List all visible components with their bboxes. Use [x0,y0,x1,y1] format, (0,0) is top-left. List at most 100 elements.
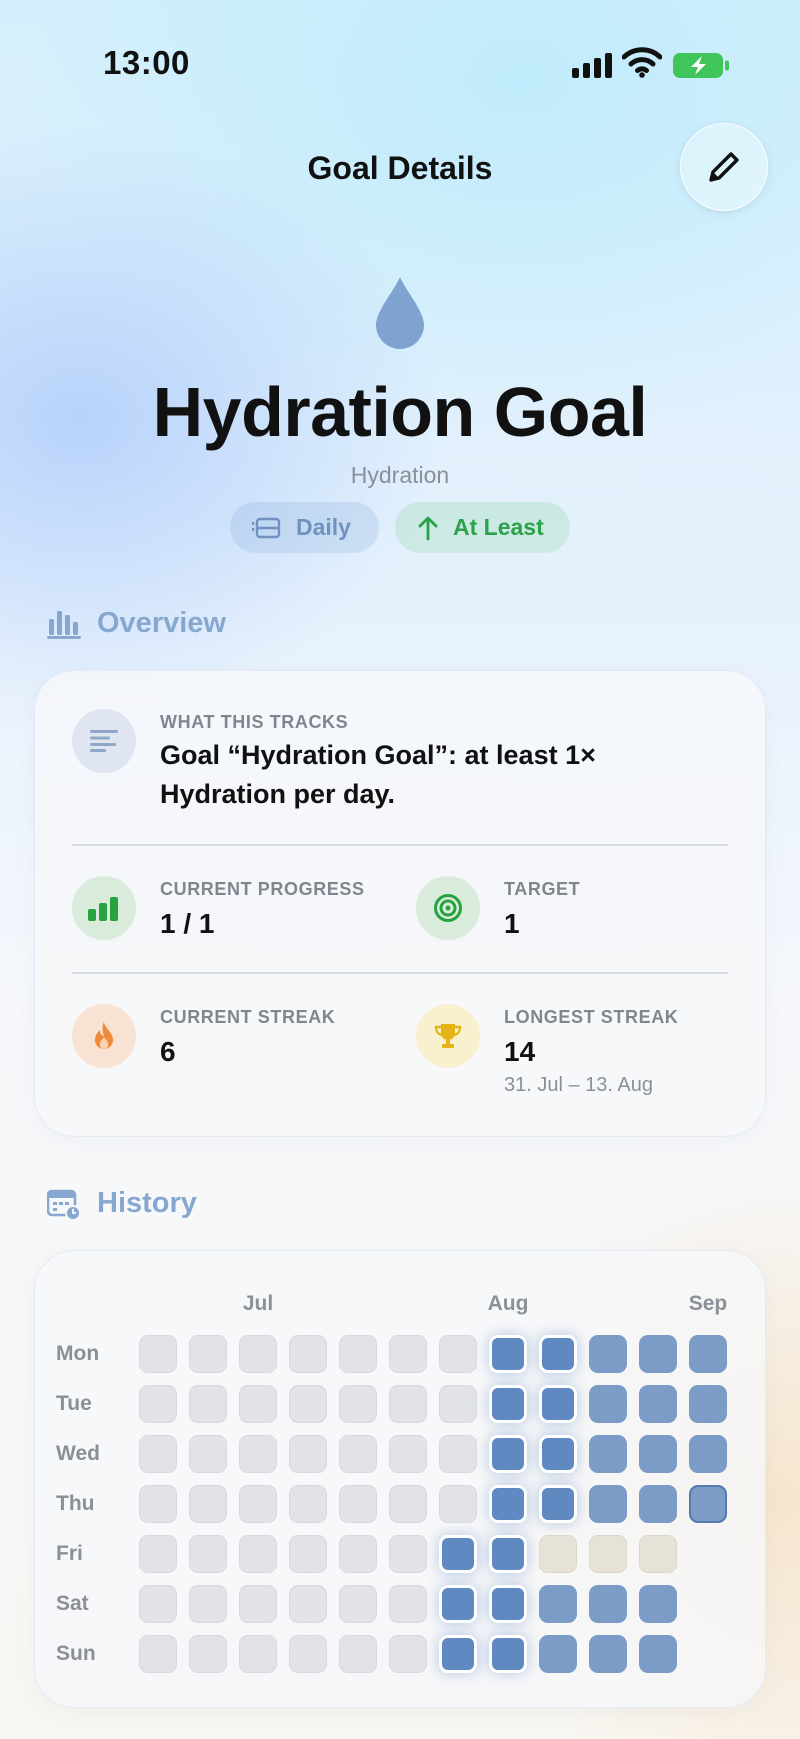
goal-description: Goal “Hydration Goal”: at least 1× Hydra… [160,736,720,814]
history-day-cell[interactable] [639,1485,677,1523]
history-day-cell[interactable] [289,1435,327,1473]
weekday-label: Mon [56,1342,100,1365]
month-label: Sep [688,1292,728,1315]
history-day-cell[interactable] [539,1585,577,1623]
history-day-cell[interactable] [289,1485,327,1523]
history-day-cell[interactable] [689,1385,727,1423]
history-day-cell[interactable] [639,1535,677,1573]
history-day-cell[interactable] [689,1335,727,1373]
frequency-label: Daily [296,514,351,540]
history-day-cell[interactable] [289,1385,327,1423]
history-day-cell[interactable] [539,1385,577,1423]
history-day-cell[interactable] [689,1435,727,1473]
history-day-cell[interactable] [239,1485,277,1523]
history-day-cell[interactable] [589,1635,627,1673]
history-day-cell[interactable] [339,1535,377,1573]
history-day-cell[interactable] [389,1485,427,1523]
signal-bars-icon [88,897,118,921]
history-day-cell[interactable] [289,1585,327,1623]
history-day-cell[interactable] [289,1635,327,1673]
history-day-cell[interactable] [339,1635,377,1673]
edit-button[interactable] [680,123,768,211]
history-day-cell[interactable] [589,1485,627,1523]
history-day-cell[interactable] [589,1535,627,1573]
history-day-cell[interactable] [489,1485,527,1523]
history-day-cell[interactable] [139,1385,177,1423]
history-day-cell[interactable] [239,1585,277,1623]
history-day-cell[interactable] [489,1535,527,1573]
history-day-cell[interactable] [389,1335,427,1373]
history-day-cell[interactable] [139,1535,177,1573]
history-day-cell[interactable] [389,1385,427,1423]
history-day-cell[interactable] [239,1385,277,1423]
goal-description-line: Hydration per day. [160,779,396,809]
history-day-cell[interactable] [439,1635,477,1673]
history-day-cell[interactable] [339,1385,377,1423]
history-day-cell[interactable] [439,1485,477,1523]
history-day-cell[interactable] [189,1535,227,1573]
history-day-cell[interactable] [239,1635,277,1673]
history-day-cell[interactable] [439,1435,477,1473]
history-day-cell[interactable] [439,1585,477,1623]
history-day-cell[interactable] [439,1335,477,1373]
history-day-cell[interactable] [239,1535,277,1573]
goal-description-line: Goal “Hydration Goal”: at least 1× [160,740,596,770]
history-day-cell[interactable] [339,1435,377,1473]
history-day-cell[interactable] [189,1635,227,1673]
description-icon-circle [72,709,136,773]
calendar-repeat-icon [252,517,281,538]
history-day-cell[interactable] [189,1435,227,1473]
history-day-cell[interactable] [189,1335,227,1373]
history-day-cell[interactable] [589,1435,627,1473]
history-day-cell[interactable] [589,1585,627,1623]
history-day-cell[interactable] [639,1585,677,1623]
history-day-cell[interactable] [289,1535,327,1573]
status-time: 13:00 [103,44,190,81]
history-day-cell[interactable] [639,1335,677,1373]
frequency-chip[interactable]: Daily [230,502,379,553]
history-day-cell[interactable] [189,1585,227,1623]
history-heading: History [47,1187,197,1220]
history-day-cell[interactable] [489,1635,527,1673]
history-day-cell[interactable] [239,1335,277,1373]
history-day-cell[interactable] [639,1635,677,1673]
history-day-cell[interactable] [289,1335,327,1373]
weekday-label: Wed [56,1442,100,1465]
arrow-up-icon [418,516,438,540]
history-day-cell[interactable] [139,1435,177,1473]
history-day-cell[interactable] [489,1585,527,1623]
history-day-cell[interactable] [489,1435,527,1473]
history-day-cell[interactable] [689,1485,727,1523]
history-day-cell[interactable] [339,1485,377,1523]
history-day-cell[interactable] [589,1385,627,1423]
history-day-cell[interactable] [389,1535,427,1573]
history-day-cell[interactable] [339,1585,377,1623]
overview-heading: Overview [47,607,226,640]
history-day-cell[interactable] [539,1635,577,1673]
history-day-cell[interactable] [589,1335,627,1373]
history-day-cell[interactable] [189,1385,227,1423]
history-day-cell[interactable] [139,1585,177,1623]
trophy-icon [434,1024,462,1048]
direction-chip[interactable]: At Least [395,502,570,553]
history-day-cell[interactable] [439,1535,477,1573]
history-day-cell[interactable] [339,1335,377,1373]
history-day-cell[interactable] [239,1435,277,1473]
history-day-cell[interactable] [139,1635,177,1673]
history-day-cell[interactable] [189,1485,227,1523]
history-day-cell[interactable] [389,1585,427,1623]
history-day-cell[interactable] [639,1385,677,1423]
current-progress-value: 1 / 1 [160,908,215,939]
history-day-cell[interactable] [389,1435,427,1473]
history-day-cell[interactable] [439,1385,477,1423]
history-day-cell[interactable] [489,1335,527,1373]
history-day-cell[interactable] [539,1535,577,1573]
history-day-cell[interactable] [389,1635,427,1673]
history-day-cell[interactable] [139,1335,177,1373]
history-day-cell[interactable] [139,1485,177,1523]
history-day-cell[interactable] [539,1485,577,1523]
history-day-cell[interactable] [539,1335,577,1373]
history-day-cell[interactable] [539,1435,577,1473]
history-day-cell[interactable] [489,1385,527,1423]
history-day-cell[interactable] [639,1435,677,1473]
